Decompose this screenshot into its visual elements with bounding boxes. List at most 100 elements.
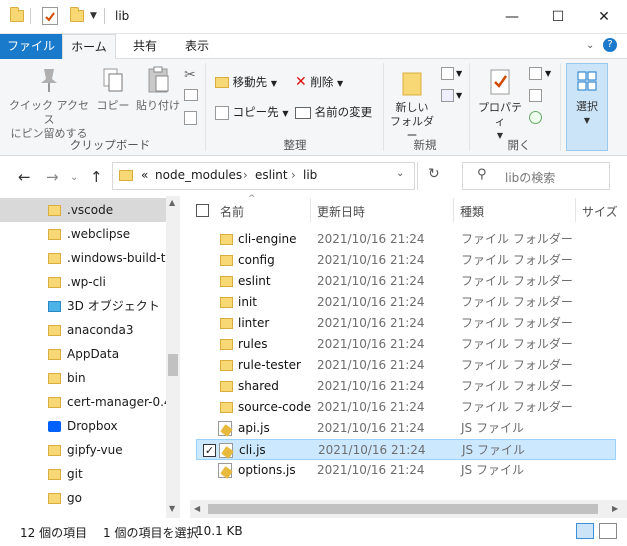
breadcrumb-eslint[interactable]: eslint	[255, 168, 288, 182]
tab-share[interactable]: 共有	[122, 34, 168, 59]
scrollbar-thumb[interactable]	[168, 354, 178, 376]
nav-item[interactable]: .wp-cli	[0, 270, 166, 294]
paste-button[interactable]: 貼り付け	[136, 65, 180, 113]
3d-objects-icon	[48, 301, 61, 312]
search-box[interactable]: ⚲ libの検索	[462, 162, 610, 190]
select-button[interactable]: 選択 ▼	[566, 63, 608, 151]
file-row[interactable]: rule-tester 2021/10/16 21:24 ファイル フォルダー	[196, 355, 616, 376]
address-bar[interactable]: « node_modules › eslint › lib ⌄	[112, 162, 418, 190]
file-name: eslint	[238, 274, 271, 288]
up-arrow-icon[interactable]: ↑	[90, 168, 103, 186]
breadcrumb-node-modules[interactable]: node_modules	[155, 168, 242, 182]
nav-item[interactable]: git	[0, 462, 166, 486]
nav-item[interactable]: .windows-build-to	[0, 246, 166, 270]
file-row[interactable]: eslint 2021/10/16 21:24 ファイル フォルダー	[196, 271, 616, 292]
horizontal-scrollbar[interactable]: ◀ ▶	[190, 500, 627, 518]
column-date-modified[interactable]: 更新日時	[317, 203, 365, 220]
file-row[interactable]: api.js 2021/10/16 21:24 JS ファイル	[196, 418, 616, 439]
row-checkbox[interactable]: ✓	[203, 444, 216, 457]
nav-item[interactable]: anaconda3	[0, 318, 166, 342]
breadcrumb-lib[interactable]: lib	[303, 168, 317, 182]
chevron-down-icon[interactable]: ▼	[456, 69, 462, 78]
chevron-right-icon[interactable]: ›	[291, 168, 296, 182]
nav-scrollbar[interactable]: ▲ ▼	[166, 196, 180, 518]
nav-item[interactable]: AppData	[0, 342, 166, 366]
folder-icon	[48, 205, 61, 216]
details-view-icon[interactable]	[576, 523, 594, 539]
scroll-right-icon[interactable]: ▶	[612, 504, 618, 513]
nav-item[interactable]: .webclipse	[0, 222, 166, 246]
minimize-button[interactable]: —	[489, 0, 535, 34]
file-type: ファイル フォルダー	[461, 232, 573, 246]
history-icon[interactable]	[529, 111, 542, 124]
file-row[interactable]: linter 2021/10/16 21:24 ファイル フォルダー	[196, 313, 616, 334]
new-item-icon[interactable]	[441, 67, 454, 80]
edit-icon[interactable]	[529, 89, 542, 102]
file-row[interactable]: options.js 2021/10/16 21:24 JS ファイル	[196, 460, 616, 481]
tab-view[interactable]: 表示	[174, 34, 220, 59]
file-row[interactable]: init 2021/10/16 21:24 ファイル フォルダー	[196, 292, 616, 313]
scroll-down-icon[interactable]: ▼	[169, 504, 175, 513]
help-icon[interactable]: ?	[603, 38, 617, 52]
back-arrow-icon[interactable]: ←	[18, 168, 31, 186]
nav-item[interactable]: gipfy-vue	[0, 438, 166, 462]
nav-item[interactable]: bin	[0, 366, 166, 390]
properties-button[interactable]: プロパティ ▼	[474, 67, 526, 143]
open-icon[interactable]	[529, 67, 542, 80]
refresh-icon[interactable]: ↻	[428, 166, 440, 182]
folder-icon	[220, 381, 233, 392]
recent-locations-icon[interactable]: ⌄	[70, 172, 78, 183]
divider	[104, 8, 105, 24]
address-dropdown-icon[interactable]: ⌄	[396, 168, 404, 179]
forward-arrow-icon[interactable]: →	[46, 168, 59, 186]
column-name[interactable]: 名前	[220, 203, 244, 220]
file-row[interactable]: source-code 2021/10/16 21:24 ファイル フォルダー	[196, 397, 616, 418]
scroll-up-icon[interactable]: ▲	[169, 198, 175, 207]
copy-button[interactable]: コピー	[96, 65, 130, 113]
file-row[interactable]: ✓ cli.js 2021/10/16 21:24 JS ファイル	[196, 439, 616, 460]
file-row[interactable]: config 2021/10/16 21:24 ファイル フォルダー	[196, 250, 616, 271]
tab-home[interactable]: ホーム	[62, 34, 116, 59]
nav-item[interactable]: cert-manager-0.4.1	[0, 390, 166, 414]
file-date: 2021/10/16 21:24	[317, 421, 425, 435]
new-folder-icon[interactable]	[70, 7, 84, 22]
close-button[interactable]: ✕	[581, 0, 627, 34]
nav-item[interactable]: .vscode	[0, 198, 166, 222]
dropbox-icon	[48, 421, 61, 432]
easy-access-icon[interactable]	[441, 89, 454, 102]
qat-dropdown-icon[interactable]: ▼	[90, 11, 97, 21]
column-type[interactable]: 種類	[460, 203, 484, 220]
cut-icon[interactable]: ✂	[184, 67, 196, 83]
address-prefix[interactable]: «	[141, 168, 148, 182]
pin-to-quick-access-button[interactable]: クイック アクセス にピン留めする	[8, 65, 90, 141]
nav-item-label: go	[67, 491, 82, 505]
rename-button[interactable]: 名前の変更	[295, 104, 372, 120]
chevron-right-icon[interactable]: ›	[243, 168, 248, 182]
file-row[interactable]: shared 2021/10/16 21:24 ファイル フォルダー	[196, 376, 616, 397]
chevron-down-icon[interactable]: ▼	[456, 91, 462, 100]
copy-path-icon[interactable]	[184, 89, 198, 101]
nav-item-label: gipfy-vue	[67, 443, 123, 457]
chevron-down-icon: ▼	[337, 79, 344, 88]
copy-to-button[interactable]: コピー先 ▼	[215, 104, 288, 122]
tab-file[interactable]: ファイル	[0, 34, 62, 59]
properties-icon[interactable]	[42, 7, 58, 25]
column-size[interactable]: サイズ	[582, 203, 618, 220]
nav-item[interactable]: Dropbox	[0, 414, 166, 438]
scroll-left-icon[interactable]: ◀	[194, 504, 200, 513]
large-icons-view-icon[interactable]	[599, 523, 617, 539]
nav-item[interactable]: 3D オブジェクト	[0, 294, 166, 318]
search-input[interactable]: libの検索	[505, 169, 555, 186]
file-row[interactable]: rules 2021/10/16 21:24 ファイル フォルダー	[196, 334, 616, 355]
move-to-button[interactable]: 移動先 ▼	[215, 74, 277, 92]
file-row[interactable]: cli-engine 2021/10/16 21:24 ファイル フォルダー	[196, 229, 616, 250]
ribbon-collapse-icon[interactable]: ⌄	[586, 40, 594, 51]
scrollbar-thumb[interactable]	[208, 504, 598, 514]
maximize-button[interactable]: ☐	[535, 0, 581, 34]
select-all-checkbox[interactable]	[196, 204, 209, 217]
paste-shortcut-icon[interactable]	[184, 111, 197, 125]
nav-item[interactable]: go	[0, 486, 166, 510]
new-folder-button[interactable]: 新しい フォルダー	[385, 67, 439, 143]
delete-button[interactable]: ✕ 削除 ▼	[295, 74, 343, 92]
chevron-down-icon[interactable]: ▼	[545, 69, 551, 78]
